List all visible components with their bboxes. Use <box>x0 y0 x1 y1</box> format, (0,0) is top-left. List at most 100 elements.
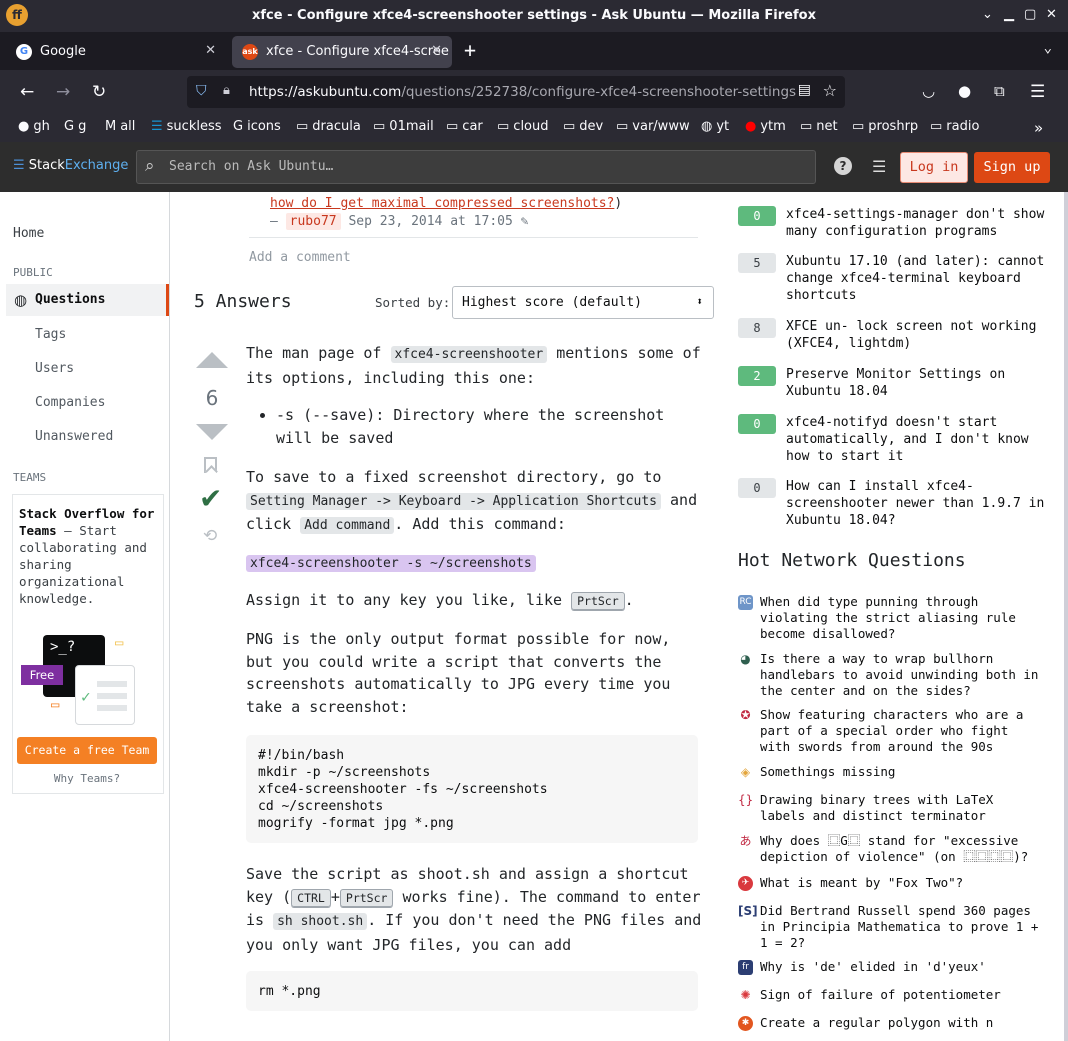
menu-icon[interactable]: ☰ <box>1030 82 1045 102</box>
bicycles-icon: ◕ <box>738 652 753 667</box>
new-tab-icon[interactable]: + <box>464 38 476 62</box>
minimize-icon[interactable]: ▁ <box>1004 7 1014 22</box>
upvote-icon[interactable] <box>196 352 228 368</box>
close-tab-icon[interactable]: ✕ <box>431 43 442 58</box>
hnq-title[interactable]: When did type punning through violating … <box>760 594 1045 642</box>
login-button[interactable]: Log in <box>900 152 968 183</box>
comment-meta: – rubo77 Sep 23, 2014 at 17:05 ✎ <box>270 213 529 230</box>
nav-users[interactable]: Users <box>35 361 74 376</box>
tab-google[interactable]: G Google ✕ <box>6 36 226 68</box>
bookmark-g[interactable]: Gg <box>64 119 86 134</box>
bookmark-folder-dracula[interactable]: ▭ dracula <box>296 119 361 134</box>
bookmark-folder-net[interactable]: ▭ net <box>800 119 838 134</box>
signup-button[interactable]: Sign up <box>974 152 1050 183</box>
tab-askubuntu[interactable]: ask xfce - Configure xfce4-scree ✕ <box>232 36 452 68</box>
bookmark-folder-varwww[interactable]: ▭ var/www <box>616 119 690 134</box>
history-icon[interactable]: ⟲ <box>203 526 217 546</box>
comment-user[interactable]: rubo77 <box>285 213 341 230</box>
related-title[interactable]: How can I install xfce4-screenshooter ne… <box>786 478 1056 529</box>
sorted-by-label: Sorted by: <box>375 295 451 310</box>
edit-pencil-icon[interactable]: ✎ <box>521 214 529 229</box>
related-score: 8 <box>738 318 776 338</box>
page-scrollbar[interactable] <box>1064 192 1068 1041</box>
bookmark-star-icon[interactable]: ☆ <box>823 81 837 100</box>
checklist-line <box>97 705 127 711</box>
related-title[interactable]: xfce4-settings-manager don't show many c… <box>786 206 1056 240</box>
nav-questions[interactable]: ◍ Questions <box>6 284 169 316</box>
inbox-icon[interactable]: ☰ <box>872 157 886 176</box>
more-bookmarks-icon[interactable]: » <box>1034 119 1043 137</box>
bookmark-folder-01mail[interactable]: ▭ 01mail <box>373 119 434 134</box>
keep-above-icon[interactable]: ⌄ <box>982 7 993 22</box>
help-icon[interactable]: ? <box>834 157 852 175</box>
add-comment-link[interactable]: Add a comment <box>249 250 351 265</box>
bookmark-icon[interactable] <box>204 457 217 473</box>
bookmarks-toolbar: ● gh Gg Mall ☰ suckless Gicons ▭ dracula ▭ 0… <box>0 114 1068 142</box>
nav-tags[interactable]: Tags <box>35 327 66 342</box>
related-title[interactable]: xfce4-notifyd doesn't start automaticall… <box>786 414 1056 465</box>
globe-icon: ◍ <box>701 119 713 134</box>
profile-icon[interactable]: ● <box>958 82 971 100</box>
related-title[interactable]: Xubuntu 17.10 (and later): cannot change… <box>786 253 1056 304</box>
reader-view-icon[interactable]: ▤ <box>798 82 811 98</box>
folder-icon: ▭ <box>852 119 865 134</box>
answer-paragraph: Save the script as shoot.sh and assign a… <box>246 865 702 954</box>
bookmark-folder-proshrp[interactable]: ▭ proshrp <box>852 119 918 134</box>
search-input[interactable]: ⌕ Search on Ask Ubuntu… <box>136 150 816 184</box>
hnq-title[interactable]: Why does ⿴G⿴ stand for "excessive depict… <box>760 833 1045 865</box>
url-text[interactable]: https://askubuntu.com/questions/252738/c… <box>249 84 796 100</box>
bookmark-folder-car[interactable]: ▭ car <box>446 119 483 134</box>
bookmark-ytm[interactable]: ● ytm <box>745 119 786 134</box>
lock-icon[interactable]: 🔒︎ <box>223 83 230 98</box>
code-block-script: #!/bin/bash mkdir -p ~/screenshots xfce4… <box>246 735 698 843</box>
list-tabs-icon[interactable]: ⌄ <box>1044 40 1052 56</box>
hnq-title[interactable]: Sign of failure of potentiometer <box>760 987 1045 1003</box>
nav-section-public: PUBLIC <box>13 266 53 279</box>
create-team-button[interactable]: Create a free Team <box>17 737 157 764</box>
hnq-title[interactable]: Show featuring characters who are a part… <box>760 707 1045 755</box>
close-window-icon[interactable]: ✕ <box>1046 7 1057 22</box>
comment-link[interactable]: how do I get maximal compressed screensh… <box>270 196 622 211</box>
maximize-icon[interactable]: ▢ <box>1024 7 1036 22</box>
related-title[interactable]: Preserve Monitor Settings on Xubuntu 18.… <box>786 366 1056 400</box>
bookmark-suckless[interactable]: ☰ suckless <box>151 119 222 134</box>
sort-select[interactable]: Highest score (default) ⬍ <box>452 286 714 319</box>
bookmark-folder-cloud[interactable]: ▭ cloud <box>497 119 549 134</box>
nav-unanswered[interactable]: Unanswered <box>35 429 113 444</box>
extensions-icon[interactable]: ⧉ <box>994 82 1005 100</box>
japanese-icon: あ <box>738 834 753 849</box>
hnq-title[interactable]: Somethings missing <box>760 764 1045 780</box>
back-icon[interactable]: ← <box>20 82 34 102</box>
related-title[interactable]: XFCE un- lock screen not working (XFCE4,… <box>786 318 1056 352</box>
reload-icon[interactable]: ↻ <box>92 82 106 102</box>
downvote-icon[interactable] <box>196 424 228 440</box>
stackexchange-logo[interactable]: ☰ StackExchange <box>13 158 128 173</box>
tex-icon: {} <box>738 793 754 808</box>
bookmark-icons[interactable]: Gicons <box>233 119 281 134</box>
bookmark-folder-radio[interactable]: ▭ radio <box>930 119 979 134</box>
why-teams-link[interactable]: Why Teams? <box>6 772 168 785</box>
hnq-title[interactable]: Drawing binary trees with LaTeX labels a… <box>760 792 1045 824</box>
select-arrows-icon: ⬍ <box>696 295 703 308</box>
bookmark-yt[interactable]: ◍ yt <box>701 119 729 134</box>
hnq-title[interactable]: Is there a way to wrap bullhorn handleba… <box>760 651 1045 699</box>
hnq-title[interactable]: Why is 'de' elided in 'd'yeux' <box>760 959 1045 975</box>
comment-date[interactable]: Sep 23, 2014 at 17:05 <box>348 214 512 229</box>
forward-icon[interactable]: → <box>56 82 70 102</box>
code-block-rm: rm *.png <box>246 971 698 1011</box>
bookmark-folder-dev[interactable]: ▭ dev <box>563 119 603 134</box>
bookmark-all[interactable]: Mall <box>105 119 135 134</box>
hnq-title[interactable]: Create a regular polygon with n <box>760 1015 1045 1031</box>
bookmark-gh[interactable]: ● gh <box>18 119 50 134</box>
tab-bar: G Google ✕ ask xfce - Configure xfce4-sc… <box>0 32 1068 70</box>
close-tab-icon[interactable]: ✕ <box>205 43 216 58</box>
pocket-icon[interactable]: ◡ <box>922 82 935 100</box>
tracking-shield-icon[interactable]: ⛉ <box>196 83 207 99</box>
nav-home[interactable]: Home <box>13 226 44 241</box>
page-content: Home PUBLIC ◍ Questions Tags Users Compa… <box>0 192 1068 1041</box>
folder-icon: ▭ <box>296 119 309 134</box>
nav-companies[interactable]: Companies <box>35 395 105 410</box>
url-bar[interactable]: ⛉ 🔒︎ https://askubuntu.com/questions/252… <box>187 76 845 108</box>
hnq-title[interactable]: Did Bertrand Russell spend 360 pages in … <box>760 903 1045 951</box>
hnq-title[interactable]: What is meant by "Fox Two"? <box>760 875 1045 891</box>
